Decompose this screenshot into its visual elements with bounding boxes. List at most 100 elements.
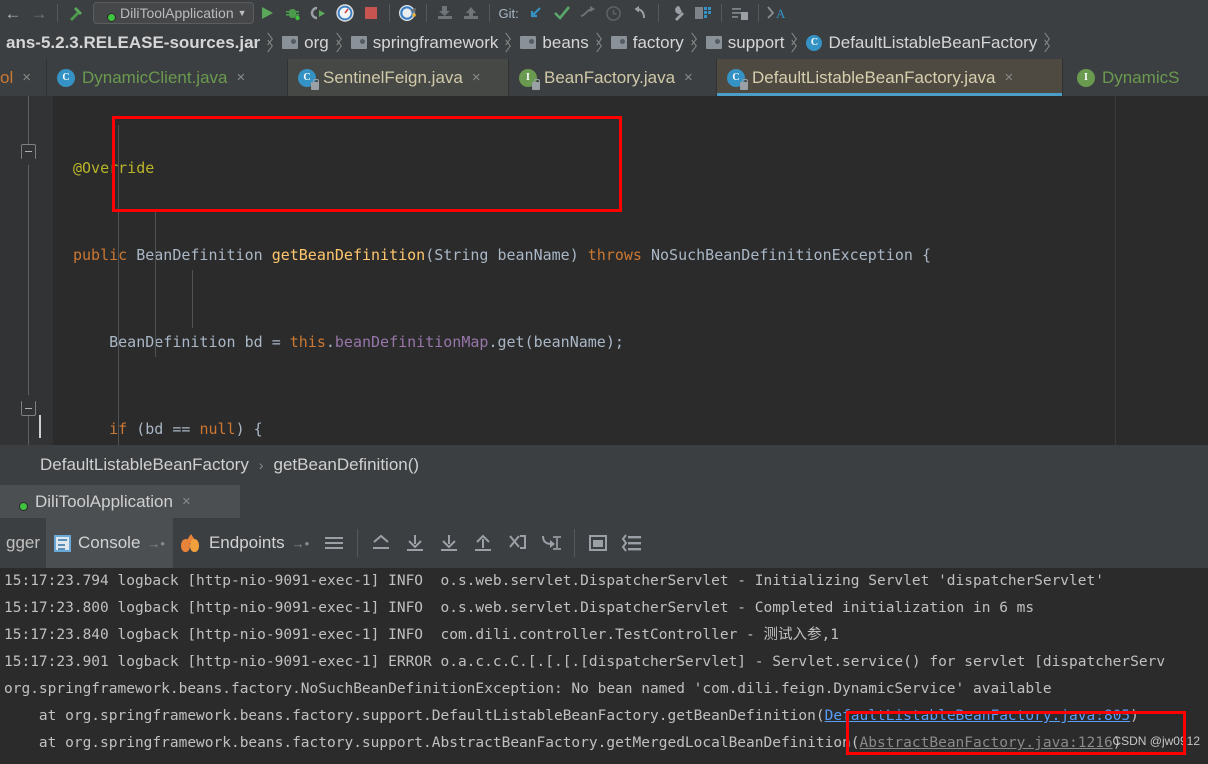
breadcrumb-label: beans bbox=[542, 32, 589, 52]
fold-marker-open[interactable] bbox=[21, 144, 36, 159]
debug-icon[interactable] bbox=[280, 1, 306, 25]
translate-icon[interactable]: A bbox=[764, 1, 790, 25]
code-token: beanDefinitionMap bbox=[334, 333, 489, 351]
close-icon[interactable]: × bbox=[237, 69, 246, 86]
undo-icon[interactable] bbox=[627, 1, 653, 25]
close-icon[interactable]: × bbox=[182, 493, 191, 510]
install-icon[interactable] bbox=[432, 1, 458, 25]
run-icon[interactable] bbox=[254, 1, 280, 25]
editor-gutter[interactable] bbox=[0, 96, 53, 445]
print-icon[interactable] bbox=[581, 526, 615, 560]
editor-tab-partial[interactable]: ol × bbox=[0, 59, 46, 96]
editor-tab-dynamics[interactable]: I DynamicS bbox=[1062, 59, 1189, 96]
tab-endpoints[interactable]: Endpoints →• bbox=[173, 518, 317, 568]
editor-breadcrumb-class[interactable]: DefaultListableBeanFactory bbox=[40, 455, 249, 475]
breadcrumb-item-support[interactable]: support bbox=[700, 26, 787, 59]
console-line-stacktrace[interactable]: at org.springframework.beans.factory.sup… bbox=[0, 730, 1208, 757]
chevron-right-icon: › bbox=[258, 457, 264, 473]
scroll-down-icon[interactable] bbox=[398, 526, 432, 560]
debugger-tab-partial-label[interactable]: gger bbox=[0, 533, 46, 553]
git-commit-icon[interactable] bbox=[549, 1, 575, 25]
console-line-stacktrace[interactable]: at org.springframework.beans.factory.sup… bbox=[0, 703, 1208, 730]
pin-icon[interactable]: →• bbox=[147, 536, 165, 551]
breadcrumb: ans-5.2.3.RELEASE-sources.jar org spring… bbox=[0, 26, 1208, 59]
console-icon bbox=[54, 534, 72, 552]
fold-marker-close[interactable] bbox=[21, 401, 36, 416]
close-icon[interactable]: × bbox=[684, 69, 693, 86]
close-icon[interactable]: × bbox=[22, 69, 31, 86]
code-line: BeanDefinition bd = this.beanDefinitionM… bbox=[53, 328, 1208, 357]
code-content[interactable]: @Override public BeanDefinition getBeanD… bbox=[53, 96, 1208, 445]
code-token: ; bbox=[614, 333, 624, 351]
breadcrumb-item-jar[interactable]: ans-5.2.3.RELEASE-sources.jar bbox=[0, 26, 262, 59]
breadcrumb-label: ans-5.2.3.RELEASE-sources.jar bbox=[6, 32, 261, 52]
attach-debugger-icon[interactable] bbox=[395, 1, 421, 25]
text-caret bbox=[39, 415, 41, 438]
stacktrace-link[interactable]: DefaultListableBeanFactory.java:805 bbox=[825, 708, 1131, 724]
editor-tab-label: DynamicS bbox=[1102, 67, 1180, 87]
folder-icon bbox=[705, 36, 722, 49]
chevron-down-icon[interactable]: ▼ bbox=[238, 8, 247, 18]
folder-icon bbox=[350, 36, 367, 49]
svg-text:A: A bbox=[776, 6, 786, 21]
scroll-to-end-icon[interactable] bbox=[432, 526, 466, 560]
console-output[interactable]: 15:17:23.794 logback [http-nio-9091-exec… bbox=[0, 568, 1208, 764]
editor-tab-defaultlistablebeanfactory[interactable]: C DefaultListableBeanFactory.java × bbox=[716, 59, 1062, 96]
scroll-to-top-icon[interactable] bbox=[364, 526, 398, 560]
close-icon[interactable]: × bbox=[472, 69, 481, 86]
stacktrace-link[interactable]: AbstractBeanFactory.java:1216 bbox=[860, 735, 1113, 751]
editor-tab-bar: ol × C DynamicClient.java × C SentinelFe… bbox=[0, 59, 1208, 96]
run-tab-dilitoolapplication[interactable]: DiliToolApplication × bbox=[0, 485, 240, 518]
spring-boot-icon bbox=[10, 494, 28, 511]
toolbar-divider-7 bbox=[757, 4, 759, 22]
tab-console[interactable]: Console →• bbox=[46, 518, 173, 568]
console-text: org.springframework.beans.factory.NoSuch… bbox=[4, 681, 1052, 697]
breadcrumb-item-org[interactable]: org bbox=[276, 26, 331, 59]
toolbar-divider-6 bbox=[720, 4, 722, 22]
indent-guide bbox=[155, 212, 156, 357]
run-configuration-label: DiliToolApplication bbox=[120, 5, 234, 21]
run-with-coverage-icon[interactable] bbox=[306, 1, 332, 25]
project-structure-icon[interactable] bbox=[690, 1, 716, 25]
breadcrumb-item-factory[interactable]: factory bbox=[605, 26, 686, 59]
console-toolbar: gger Console →• Endpoints →• bbox=[0, 518, 1208, 568]
deploy-icon[interactable] bbox=[458, 1, 484, 25]
scroll-up-icon[interactable] bbox=[466, 526, 500, 560]
git-push-icon[interactable] bbox=[575, 1, 601, 25]
editor-breadcrumb-method[interactable]: getBeanDefinition() bbox=[274, 455, 420, 475]
close-icon[interactable]: × bbox=[1005, 69, 1014, 86]
breadcrumb-label: factory bbox=[632, 32, 684, 52]
step-into-icon[interactable] bbox=[534, 526, 568, 560]
wrench-settings-icon[interactable] bbox=[664, 1, 690, 25]
code-editor[interactable]: @Override public BeanDefinition getBeanD… bbox=[0, 96, 1208, 445]
editor-tab-label: DefaultListableBeanFactory.java bbox=[752, 67, 996, 87]
git-update-project-icon[interactable] bbox=[523, 1, 549, 25]
profiler-icon[interactable] bbox=[332, 1, 358, 25]
console-toolbar-divider bbox=[357, 529, 359, 557]
git-history-icon[interactable] bbox=[601, 1, 627, 25]
breadcrumb-item-springframework[interactable]: springframework bbox=[345, 26, 501, 59]
editor-tab-dynamicclient[interactable]: C DynamicClient.java × bbox=[46, 59, 287, 96]
build-hammer-icon[interactable] bbox=[63, 1, 89, 25]
back-arrow-icon[interactable]: ← bbox=[0, 1, 26, 25]
editor-tab-sentinelfeign[interactable]: C SentinelFeign.java × bbox=[287, 59, 508, 96]
run-configuration-selector[interactable]: DiliToolApplication ▼ bbox=[93, 2, 254, 24]
forward-arrow-icon[interactable]: → bbox=[26, 1, 52, 25]
run-tab-label: DiliToolApplication bbox=[35, 491, 173, 511]
sdk-manager-icon[interactable] bbox=[727, 1, 753, 25]
breadcrumb-item-beans[interactable]: beans bbox=[514, 26, 590, 59]
code-token: { bbox=[921, 246, 931, 264]
breadcrumb-item-class[interactable]: C DefaultListableBeanFactory bbox=[800, 26, 1039, 59]
stop-icon[interactable] bbox=[358, 1, 384, 25]
code-token: getBeanDefinition bbox=[271, 246, 426, 264]
editor-tab-beanfactory[interactable]: I BeanFactory.java × bbox=[508, 59, 716, 96]
pin-icon[interactable]: →• bbox=[292, 536, 310, 551]
code-line: if (bd == null) { bbox=[53, 415, 1208, 444]
step-out-icon[interactable] bbox=[500, 526, 534, 560]
soft-wrap-icon[interactable] bbox=[317, 526, 351, 560]
clear-all-icon[interactable] bbox=[615, 526, 649, 560]
console-line: 15:17:23.901 logback [http-nio-9091-exec… bbox=[0, 649, 1208, 676]
main-toolbar: ← → DiliToolApplication ▼ Git: A bbox=[0, 0, 1208, 26]
